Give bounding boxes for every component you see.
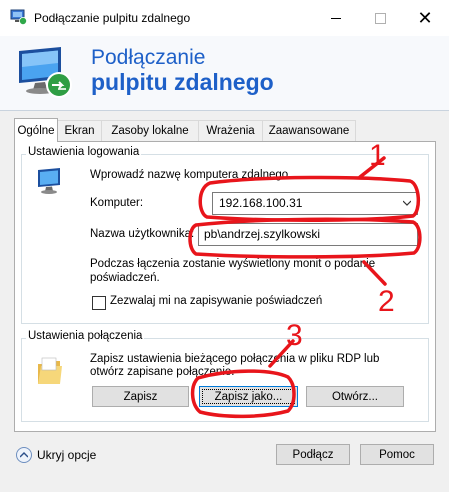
credentials-note-line1: Podczas łączenia zostanie wyświetlony mo… xyxy=(90,258,376,270)
window-title: Podłączanie pulpitu zdalnego xyxy=(34,11,191,25)
save-as-label: Zapisz jako... xyxy=(202,389,295,404)
username-label: Nazwa użytkownika: xyxy=(90,228,195,240)
minimize-icon xyxy=(331,17,341,19)
close-button[interactable]: ✕ xyxy=(403,0,447,36)
computer-value: 192.168.100.31 xyxy=(219,196,303,210)
remote-desktop-icon xyxy=(10,9,27,25)
login-settings-group: Ustawienia logowania Wprowadź nazwę komp… xyxy=(21,146,429,324)
remote-desktop-logo-icon xyxy=(19,47,72,98)
tab-display[interactable]: Ekran xyxy=(57,120,102,141)
remote-desktop-window: Podłączanie pulpitu zdalnego ✕ Podłączan… xyxy=(0,0,449,492)
chevron-up-icon xyxy=(16,447,32,463)
tab-local-resources[interactable]: Zasoby lokalne xyxy=(101,120,199,141)
computer-icon xyxy=(38,168,60,194)
help-button[interactable]: Pomoc xyxy=(360,444,434,465)
save-credentials-label[interactable]: Zezwalaj mi na zapisywanie poświadczeń xyxy=(110,295,322,307)
rdp-file-icon xyxy=(38,357,62,384)
title-bar: Podłączanie pulpitu zdalnego ✕ xyxy=(0,0,449,36)
maximize-icon xyxy=(374,12,386,24)
connection-settings-label: Ustawienia połączenia xyxy=(26,330,145,342)
save-button[interactable]: Zapisz xyxy=(92,386,189,407)
connection-settings-group: Ustawienia połączenia Zapisz ustawienia … xyxy=(21,330,429,422)
tab-advanced[interactable]: Zaawansowane xyxy=(262,120,356,141)
connection-desc-line1: Zapisz ustawienia bieżącego połączenia w… xyxy=(90,353,380,365)
login-prompt: Wprowadź nazwę komputera zdalnego. xyxy=(90,169,292,181)
login-settings-label: Ustawienia logowania xyxy=(26,146,142,158)
username-value: pb\andrzej.szylkowski xyxy=(204,227,321,241)
close-icon: ✕ xyxy=(417,7,433,28)
hide-options-toggle[interactable]: Ukryj opcje xyxy=(16,445,96,465)
credentials-note-line2: poświadczeń. xyxy=(90,272,160,284)
maximize-button[interactable] xyxy=(358,0,402,36)
username-field[interactable]: pb\andrzej.szylkowski xyxy=(198,223,418,246)
tab-experience[interactable]: Wrażenia xyxy=(198,120,263,141)
save-credentials-checkbox[interactable] xyxy=(92,296,106,310)
save-as-button[interactable]: Zapisz jako... xyxy=(199,386,298,407)
computer-label: Komputer: xyxy=(90,197,144,209)
header-banner: Podłączanie pulpitu zdalnego xyxy=(0,36,449,111)
computer-combobox[interactable]: 192.168.100.31 xyxy=(212,192,418,215)
connect-button[interactable]: Podłącz xyxy=(276,444,350,465)
banner-title-line1: Podłączanie xyxy=(91,46,206,69)
tab-general[interactable]: Ogólne xyxy=(14,118,58,142)
banner-title-line2: pulpitu zdalnego xyxy=(91,69,274,95)
hide-options-label: Ukryj opcje xyxy=(37,448,97,462)
open-button[interactable]: Otwórz... xyxy=(306,386,404,407)
tab-panel-general: Ustawienia logowania Wprowadź nazwę komp… xyxy=(14,141,436,432)
connection-desc-line2: otwórz zapisane połączenie. xyxy=(90,366,235,378)
minimize-button[interactable] xyxy=(314,0,358,36)
chevron-down-icon xyxy=(403,200,411,206)
